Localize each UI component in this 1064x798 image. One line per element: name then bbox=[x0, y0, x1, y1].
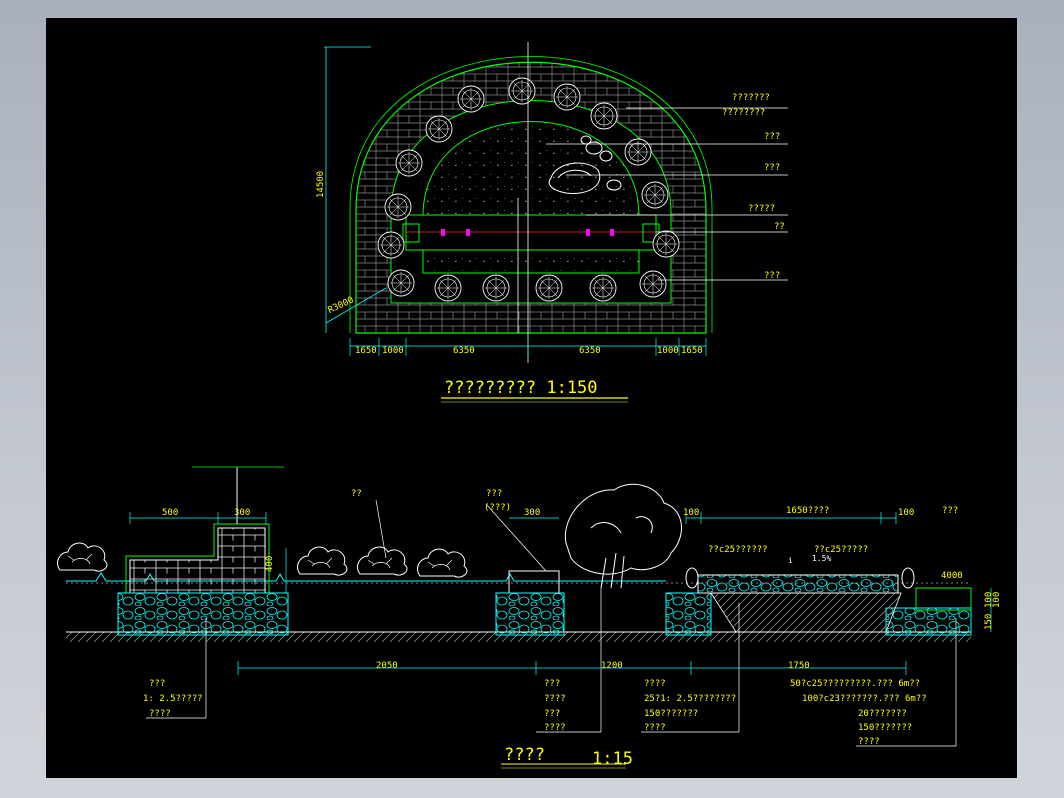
section-top-dim-4: 100 bbox=[683, 508, 699, 518]
callout-mid2-1: ???? bbox=[644, 679, 666, 689]
plan-dim-6: 1650 bbox=[681, 346, 703, 356]
callout-mid2-4: ???? bbox=[644, 723, 666, 733]
callout-right-1: 50?c25?????????.??? 6m?? bbox=[790, 679, 920, 689]
plan-dim-5: 1000 bbox=[657, 346, 679, 356]
plan-callout-1: ??????? bbox=[732, 93, 770, 103]
section-callouts-right: 50?c25?????????.??? 6m?? 100?c23???????.… bbox=[790, 679, 927, 747]
callout-mid2-2: 25?1: 2.5???????? bbox=[644, 694, 736, 704]
section-path bbox=[665, 567, 972, 636]
plan-title: ????????? 1:150 bbox=[444, 378, 598, 398]
section-label-shrub: ?? bbox=[351, 489, 362, 499]
plan-callout-4: ??? bbox=[764, 163, 780, 173]
callout-left-1: ??? bbox=[149, 679, 165, 689]
section-label-mid-2: (???) bbox=[484, 503, 511, 513]
section-slope-1: i bbox=[788, 556, 793, 565]
section-callouts-mid: ??? ???? ??? ???? bbox=[544, 679, 566, 733]
callout-mid-1: ??? bbox=[544, 679, 560, 689]
section-side-dim-5: 150 bbox=[984, 614, 994, 630]
callout-mid-4: ???? bbox=[544, 723, 566, 733]
section-view: 500 300 300 100 1650???? 100 400 4000 10… bbox=[57, 466, 1002, 769]
plan-callout-2: ???????? bbox=[722, 108, 765, 118]
section-label-path-2: ??c25????? bbox=[814, 545, 868, 555]
section-tree bbox=[564, 483, 682, 589]
section-label-path-1: ??c25?????? bbox=[708, 545, 768, 555]
cad-drawing-canvas: ˇ ˇ bbox=[46, 18, 1017, 778]
callout-mid-2: ???? bbox=[544, 694, 566, 704]
plan-callout-5: ????? bbox=[748, 204, 775, 214]
section-side-dim-1: 400 bbox=[265, 556, 275, 572]
section-top-dim-1: 500 bbox=[162, 508, 178, 518]
section-top-dim-5: 1650???? bbox=[786, 506, 829, 516]
section-callouts-mid2: ???? 25?1: 2.5???????? 150??????? ???? bbox=[644, 679, 736, 733]
section-bottom-dim-1: 2050 bbox=[376, 661, 398, 671]
section-top-dim-3: 300 bbox=[524, 508, 540, 518]
drawing-svg: ˇ ˇ bbox=[57, 42, 1002, 769]
section-side-dim-2: 4000 bbox=[941, 571, 963, 581]
plan-dim-1: 1650 bbox=[355, 346, 377, 356]
plan-dim-4: 6350 bbox=[579, 346, 601, 356]
svg-text:14500: 14500 bbox=[316, 171, 326, 198]
callout-mid2-3: 150??????? bbox=[644, 709, 698, 719]
plan-radius-dim: R3000 bbox=[327, 295, 356, 316]
section-label-mid-1: ??? bbox=[486, 489, 502, 499]
callout-left-3: ???? bbox=[149, 709, 171, 719]
plan-bottom-dimensions: 1650 1000 6350 6350 1000 1650 bbox=[349, 338, 707, 356]
plan-dim-3: 6350 bbox=[453, 346, 475, 356]
section-top-dim-6: 100 bbox=[898, 508, 914, 518]
section-title: ???? bbox=[504, 745, 545, 765]
callout-left-2: 1: 2.5????? bbox=[143, 694, 203, 704]
section-bottom-dim-2: 1200 bbox=[601, 661, 623, 671]
section-slope-2: 1.5% bbox=[812, 554, 831, 563]
callout-right-3: 20??????? bbox=[858, 709, 907, 719]
section-wall bbox=[117, 466, 289, 636]
callout-right-4: 150??????? bbox=[858, 723, 912, 733]
section-callouts-left: ??? 1: 2.5????? ???? bbox=[143, 679, 203, 719]
plan-height-dim: 14500 bbox=[316, 171, 326, 198]
section-label-right: ??? bbox=[942, 506, 958, 516]
plan-callout-6: ?? bbox=[774, 222, 785, 232]
plan-callout-7: ??? bbox=[764, 271, 780, 281]
section-bottom-dim-3: 1750 bbox=[788, 661, 810, 671]
plan-view: 14500 R3000 1650 1000 6350 6350 1000 165… bbox=[316, 42, 788, 403]
callout-mid-3: ??? bbox=[544, 709, 560, 719]
section-side-dim-4: 100 bbox=[992, 592, 1002, 608]
callout-right-5: ???? bbox=[858, 737, 880, 747]
section-scale: 1:15 bbox=[592, 749, 633, 769]
section-top-dim-2: 300 bbox=[234, 508, 250, 518]
plan-dim-2: 1000 bbox=[382, 346, 404, 356]
plan-callout-3: ??? bbox=[764, 132, 780, 142]
callout-right-2: 100?c23???????.??? 6m?? bbox=[802, 694, 927, 704]
